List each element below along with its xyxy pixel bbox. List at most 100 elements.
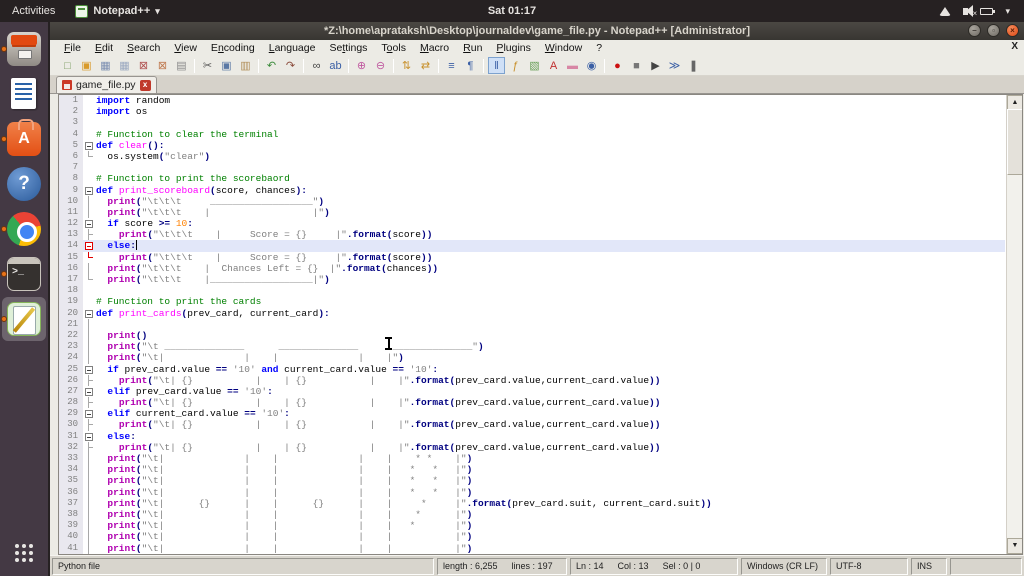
fold-margin[interactable]: [83, 486, 96, 498]
tab-color-icon[interactable]: ▬: [564, 57, 581, 74]
fold-margin[interactable]: [83, 397, 96, 409]
fold-margin[interactable]: [83, 218, 96, 229]
close-all-icon[interactable]: ⊠: [154, 57, 171, 74]
vertical-scrollbar[interactable]: ▲ ▼: [1006, 95, 1022, 554]
fold-margin[interactable]: [83, 475, 96, 487]
menu-item-run[interactable]: Run: [456, 42, 489, 54]
menu-item-macro[interactable]: Macro: [413, 42, 456, 54]
fold-margin[interactable]: [83, 453, 96, 465]
menu-item-language[interactable]: Language: [262, 42, 323, 54]
fold-margin[interactable]: [83, 431, 96, 442]
sync-vertical-icon[interactable]: ⇅: [398, 57, 415, 74]
fold-margin[interactable]: [83, 374, 96, 387]
scroll-down-icon[interactable]: ▼: [1007, 538, 1022, 554]
fold-margin[interactable]: [83, 542, 96, 554]
menu-item-encoding[interactable]: Encoding: [204, 42, 262, 54]
editor[interactable]: 1 import random 2 import os 3 4 # Function to …: [58, 94, 1023, 555]
zoom-in-icon[interactable]: ⊕: [353, 57, 370, 74]
fold-margin[interactable]: [83, 408, 96, 419]
menu-item-help[interactable]: ?: [589, 42, 609, 54]
macro-play-icon[interactable]: ▶: [647, 57, 664, 74]
code-area[interactable]: 1 import random 2 import os 3 4 # Function to …: [59, 95, 1005, 554]
clock[interactable]: Sat 01:17: [0, 5, 1024, 17]
fold-margin[interactable]: [83, 308, 96, 319]
find-icon[interactable]: ∞: [308, 57, 325, 74]
fold-margin[interactable]: [83, 386, 96, 397]
battery-icon[interactable]: [980, 7, 996, 15]
menu-item-view[interactable]: View: [167, 42, 204, 54]
fold-margin[interactable]: [83, 274, 96, 285]
fold-margin[interactable]: [83, 150, 96, 162]
fold-margin[interactable]: [83, 419, 96, 431]
doc-switcher-icon[interactable]: A: [545, 57, 562, 74]
menu-item-settings[interactable]: Settings: [322, 42, 374, 54]
launcher-item-notepad-plus-plus[interactable]: [1, 297, 46, 341]
launcher-item-terminal[interactable]: [1, 252, 46, 296]
fold-margin[interactable]: [83, 464, 96, 476]
fold-margin[interactable]: [83, 352, 96, 364]
fold-margin[interactable]: [83, 229, 96, 241]
window-title-bar[interactable]: *Z:\home\aprataksh\Desktop\journaldev\ga…: [50, 22, 1024, 40]
launcher-item-help[interactable]: ?: [2, 162, 46, 206]
fold-margin[interactable]: [83, 296, 96, 307]
fold-margin[interactable]: [83, 95, 96, 106]
launcher-item-chrome[interactable]: [1, 207, 46, 251]
fold-margin[interactable]: [83, 508, 96, 521]
menu-item-window[interactable]: Window: [538, 42, 589, 54]
tab-close-icon[interactable]: x: [139, 79, 151, 91]
system-indicators[interactable]: ▾: [939, 4, 1024, 18]
zoom-out-icon[interactable]: ⊖: [372, 57, 389, 74]
open-folder-icon[interactable]: ▣: [78, 57, 95, 74]
fold-margin[interactable]: [83, 251, 96, 263]
fold-margin[interactable]: [83, 206, 96, 219]
fold-margin[interactable]: [83, 497, 96, 510]
fold-margin[interactable]: [83, 140, 96, 151]
indent-guide-icon[interactable]: ‖: [488, 57, 505, 74]
cut-icon[interactable]: ✂: [199, 57, 216, 74]
menu-item-tools[interactable]: Tools: [374, 42, 413, 54]
replace-icon[interactable]: ab: [327, 57, 344, 74]
fold-margin[interactable]: [83, 329, 96, 342]
launcher-item-ubuntu-software[interactable]: A: [1, 117, 46, 161]
fold-margin[interactable]: [83, 341, 96, 353]
close-doc-icon[interactable]: ⊠: [135, 57, 152, 74]
menu-item-search[interactable]: Search: [120, 42, 167, 54]
copy-icon[interactable]: ▣: [218, 57, 235, 74]
macro-run-multi-icon[interactable]: ≫: [666, 57, 683, 74]
macro-record-icon[interactable]: ●: [609, 57, 626, 74]
fold-margin[interactable]: [83, 441, 96, 454]
close-button[interactable]: ×: [1006, 24, 1019, 37]
paste-icon[interactable]: ▥: [237, 57, 254, 74]
network-icon[interactable]: [939, 6, 952, 16]
volume-muted-icon[interactable]: [963, 4, 977, 18]
fold-margin[interactable]: [83, 129, 96, 140]
maximize-button[interactable]: ▫: [987, 24, 1000, 37]
fold-margin[interactable]: [83, 162, 96, 173]
mdi-windows-icon[interactable]: ❚: [685, 57, 702, 74]
launcher-item-libreoffice-writer[interactable]: [2, 72, 46, 116]
word-wrap-icon[interactable]: ≡: [443, 57, 460, 74]
fold-margin[interactable]: [83, 262, 96, 275]
fold-margin[interactable]: [83, 117, 96, 128]
fold-margin[interactable]: [83, 364, 96, 375]
chevron-down-icon[interactable]: ▾: [1005, 6, 1010, 17]
scrollbar-thumb[interactable]: [1007, 109, 1022, 175]
launcher-item-app-grid[interactable]: [2, 531, 46, 575]
sync-horizontal-icon[interactable]: ⇄: [417, 57, 434, 74]
save-all-icon[interactable]: ▦: [116, 57, 133, 74]
menu-item-file[interactable]: File: [57, 42, 88, 54]
show-all-chars-icon[interactable]: ¶: [462, 57, 479, 74]
doc-map-icon[interactable]: ▧: [526, 57, 543, 74]
fold-margin[interactable]: [83, 520, 96, 532]
fold-margin[interactable]: [83, 195, 96, 208]
fold-margin[interactable]: [83, 173, 96, 184]
fold-margin[interactable]: [83, 285, 96, 296]
redo-icon[interactable]: ↷: [282, 57, 299, 74]
minimize-button[interactable]: –: [968, 24, 981, 37]
monitoring-eye-icon[interactable]: ◉: [583, 57, 600, 74]
fold-margin[interactable]: [83, 531, 96, 543]
undo-icon[interactable]: ↶: [263, 57, 280, 74]
macro-stop-icon[interactable]: ■: [628, 57, 645, 74]
launcher-item-files[interactable]: [1, 27, 46, 71]
fold-margin[interactable]: [83, 318, 96, 331]
